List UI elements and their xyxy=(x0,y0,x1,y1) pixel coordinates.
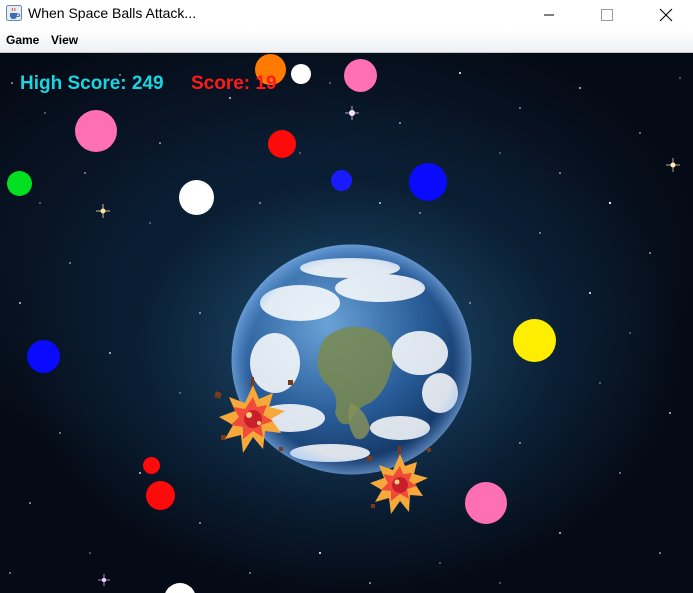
close-button[interactable] xyxy=(643,0,689,30)
red-ball[interactable] xyxy=(146,481,175,510)
explosion-2 xyxy=(367,446,431,514)
pink-ball[interactable] xyxy=(465,482,507,524)
sparkle-star-3 xyxy=(666,158,680,172)
score-label: Score: 19 xyxy=(191,73,277,94)
yellow-ball[interactable] xyxy=(513,319,556,362)
minimize-button[interactable] xyxy=(526,0,572,30)
sparkle-star-1 xyxy=(345,106,359,120)
minimize-icon xyxy=(544,14,554,16)
blue-ball[interactable] xyxy=(331,170,352,191)
explosion-1 xyxy=(214,377,293,453)
red-ball[interactable] xyxy=(143,457,160,474)
menu-bar: Game View xyxy=(0,30,693,53)
maximize-icon xyxy=(601,9,613,21)
blue-ball[interactable] xyxy=(409,163,447,201)
red-ball[interactable] xyxy=(268,130,296,158)
pink-ball[interactable] xyxy=(344,59,377,92)
sparkle-star-2 xyxy=(96,204,110,218)
pink-ball[interactable] xyxy=(75,110,117,152)
blue-ball[interactable] xyxy=(27,340,60,373)
close-icon xyxy=(659,8,673,22)
maximize-button[interactable] xyxy=(584,0,630,30)
window-title: When Space Balls Attack... xyxy=(28,5,197,21)
white-ball[interactable] xyxy=(179,180,214,215)
white-ball[interactable] xyxy=(291,64,311,84)
sparkle-star-4 xyxy=(98,574,110,586)
game-canvas[interactable]: High Score: 249 Score: 19 xyxy=(0,53,693,593)
green-ball[interactable] xyxy=(7,171,32,196)
title-bar: When Space Balls Attack... xyxy=(0,0,693,30)
menu-view[interactable]: View xyxy=(51,33,78,47)
java-coffee-icon[interactable] xyxy=(6,5,22,21)
menu-game[interactable]: Game xyxy=(6,33,39,47)
high-score-label: High Score: 249 xyxy=(20,73,164,94)
